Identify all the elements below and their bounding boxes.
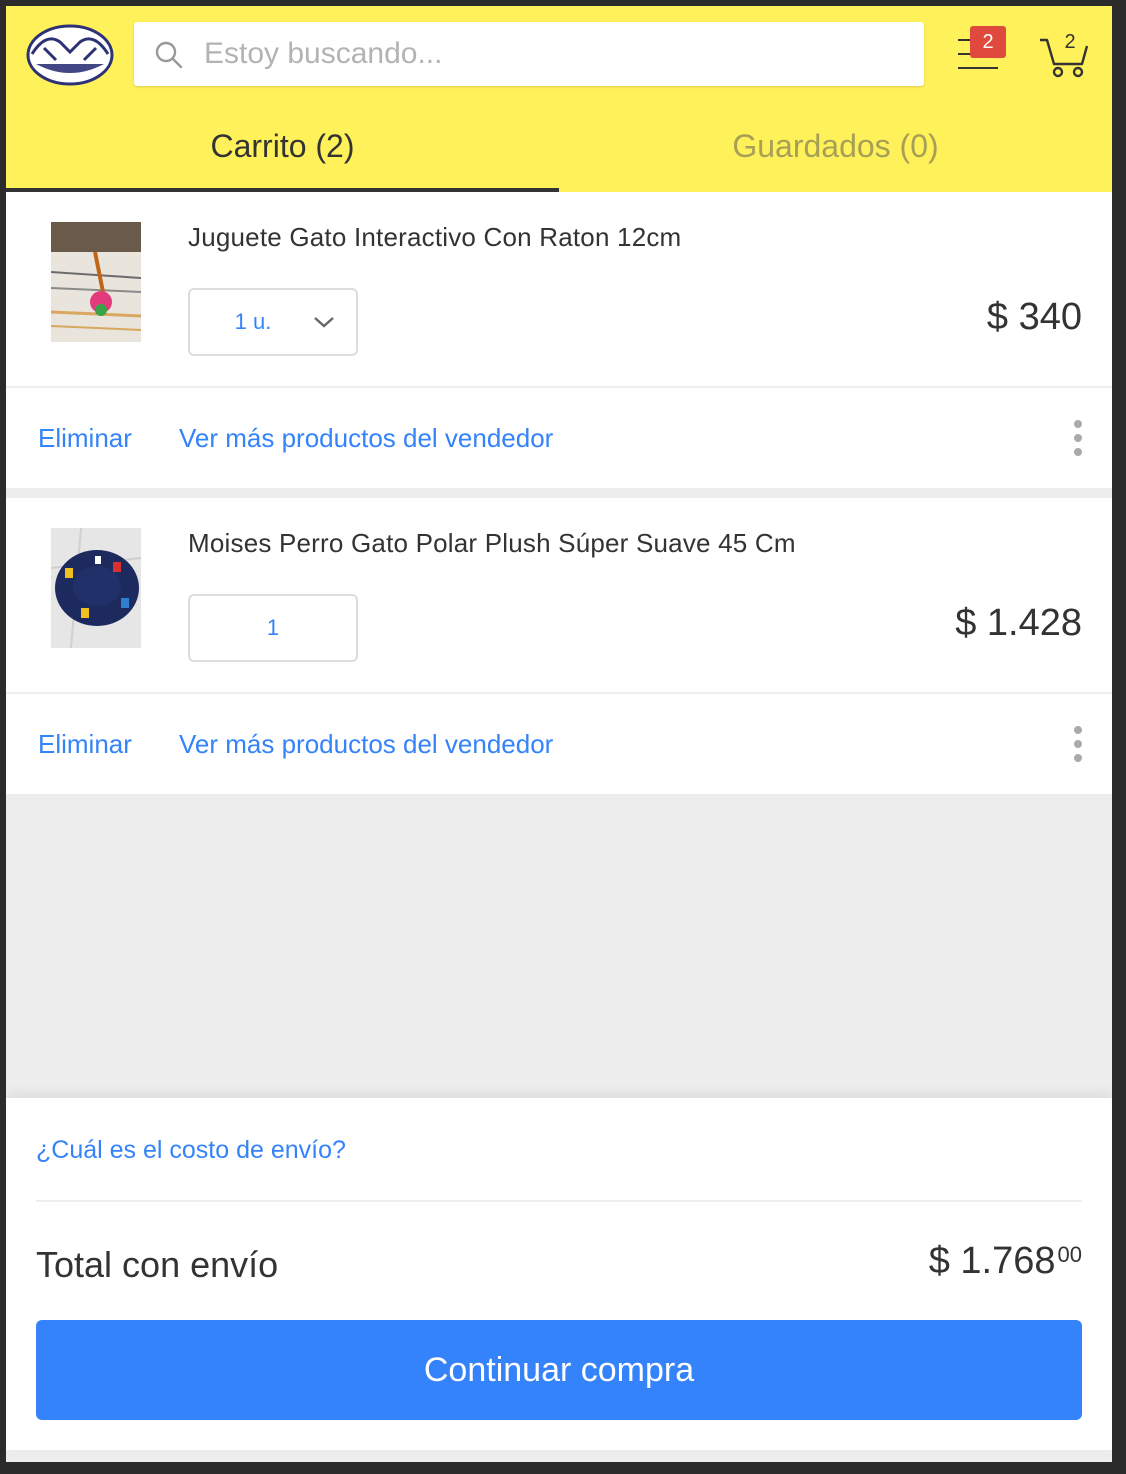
remove-link[interactable]: Eliminar [38, 388, 132, 488]
chevron-down-icon [314, 317, 334, 328]
item-title[interactable]: Moises Perro Gato Polar Plush Súper Suav… [188, 528, 796, 559]
search-input[interactable]: Estoy buscando... [204, 22, 442, 86]
seller-products-link[interactable]: Ver más productos del vendedor [179, 388, 553, 488]
brand-logo-icon[interactable] [26, 24, 114, 86]
more-options-icon[interactable] [1072, 418, 1084, 458]
tab-saved[interactable]: Guardados (0) [559, 118, 1112, 192]
app-frame: Estoy buscando... 2 2 Carrito (2) Guarda… [6, 6, 1112, 1462]
quantity-value: 1 u. [234, 309, 272, 334]
product-image[interactable] [51, 222, 141, 342]
total-label: Total con envío [36, 1244, 279, 1285]
total-value: $ 1.76800 [929, 1240, 1082, 1283]
notification-badge: 2 [970, 26, 1006, 58]
shipping-cost-link[interactable]: ¿Cuál es el costo de envío? [36, 1136, 346, 1165]
cart-item: Moises Perro Gato Polar Plush Súper Suav… [6, 498, 1112, 794]
continue-purchase-button[interactable]: Continuar compra [36, 1320, 1082, 1420]
quantity-select[interactable]: 1 u. [188, 288, 358, 356]
more-options-icon[interactable] [1072, 724, 1084, 764]
search-bar[interactable]: Estoy buscando... [134, 22, 924, 86]
total-amount: $ 1.768 [928, 1240, 1056, 1282]
remove-link[interactable]: Eliminar [38, 694, 132, 794]
quantity-input[interactable]: 1 [188, 594, 358, 662]
product-image[interactable] [51, 528, 141, 648]
item-title[interactable]: Juguete Gato Interactivo Con Raton 12cm [188, 222, 681, 253]
item-price: $ 1.428 [955, 602, 1082, 644]
cart-item: Juguete Gato Interactivo Con Raton 12cm … [6, 192, 1112, 488]
header: Estoy buscando... 2 2 Carrito (2) Guarda… [6, 6, 1112, 192]
item-actions: Eliminar Ver más productos del vendedor [6, 388, 1112, 488]
seller-products-link[interactable]: Ver más productos del vendedor [179, 694, 553, 794]
total-cents: 00 [1057, 1242, 1082, 1267]
item-actions: Eliminar Ver más productos del vendedor [6, 694, 1112, 794]
divider [36, 1200, 1082, 1202]
search-icon [155, 41, 183, 69]
quantity-value: 1 [266, 615, 280, 640]
item-price: $ 340 [986, 296, 1082, 338]
checkout-summary: ¿Cuál es el costo de envío? Total con en… [6, 1098, 1112, 1450]
tab-cart[interactable]: Carrito (2) [6, 118, 559, 192]
cart-count: 2 [1064, 31, 1076, 53]
